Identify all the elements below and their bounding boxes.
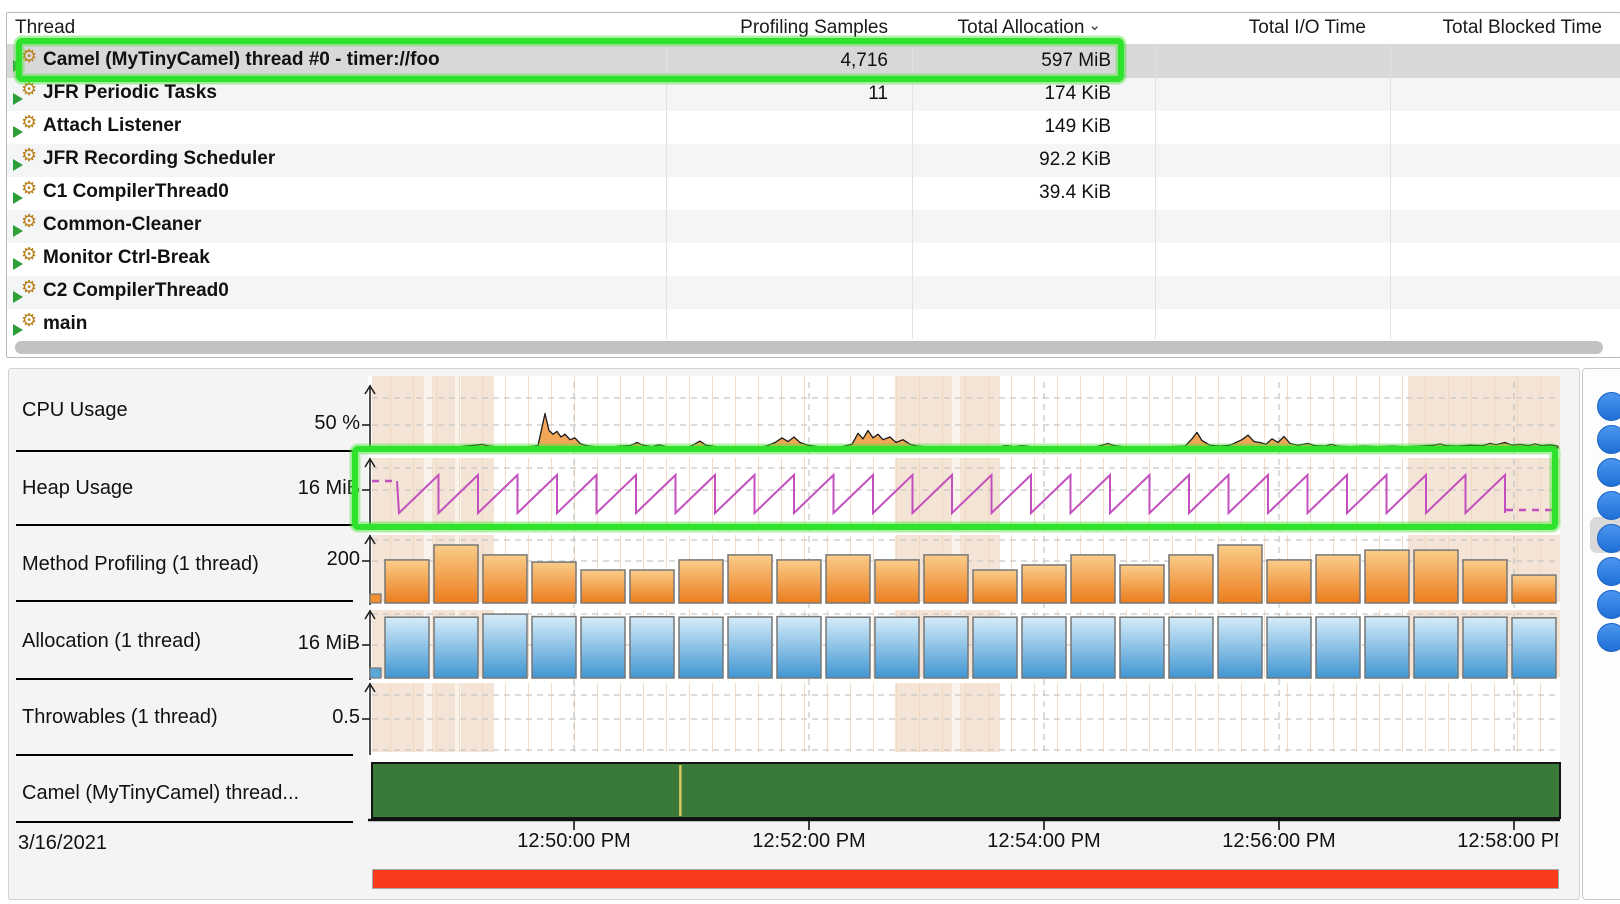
toolbar-button-3[interactable] bbox=[1597, 491, 1620, 520]
lane-gap bbox=[368, 677, 1560, 683]
thread-icon: ⚙ bbox=[15, 314, 39, 336]
cell-profiling-samples: 11 bbox=[652, 83, 888, 105]
thread-icon: ⚙ bbox=[15, 182, 39, 204]
lane-tick-label-4: 0.5 bbox=[220, 706, 360, 729]
plot-gridlines-minor bbox=[368, 376, 1560, 756]
lane-gap bbox=[368, 602, 1560, 610]
timeline-range-selector[interactable] bbox=[372, 869, 1559, 889]
thread-icon: ⚙ bbox=[15, 116, 39, 138]
lane-divider bbox=[16, 678, 353, 680]
column-header-profiling-samples[interactable]: Profiling Samples bbox=[652, 17, 888, 39]
table-row[interactable]: ⚙JFR Periodic Tasks11174 KiB bbox=[7, 78, 1620, 111]
thread-name: C2 CompilerThread0 bbox=[43, 280, 229, 302]
lane-divider bbox=[16, 600, 353, 602]
lane-label-0: CPU Usage bbox=[22, 399, 128, 422]
lane-tick-label-1: 16 MiB bbox=[220, 477, 360, 500]
toolbar-button-6[interactable] bbox=[1597, 590, 1620, 619]
lane-tick-label-0: 50 % bbox=[220, 412, 360, 435]
table-row[interactable]: ⚙Common-Cleaner bbox=[7, 210, 1620, 243]
toolbar-button-5[interactable] bbox=[1597, 557, 1620, 586]
expand-triangle-icon[interactable] bbox=[13, 93, 23, 105]
lane-divider bbox=[16, 524, 353, 526]
lane-divider bbox=[16, 450, 353, 452]
time-tick-label: 12:54:00 PM bbox=[987, 830, 1100, 853]
toolbar-button-0[interactable] bbox=[1597, 392, 1620, 421]
column-divider bbox=[1390, 45, 1391, 339]
expand-triangle-icon[interactable] bbox=[13, 225, 23, 237]
gear-icon: ⚙ bbox=[21, 244, 37, 265]
table-row[interactable]: ⚙JFR Recording Scheduler92.2 KiB bbox=[7, 144, 1620, 177]
thread-name: Monitor Ctrl-Break bbox=[43, 247, 210, 269]
lane-label-1: Heap Usage bbox=[22, 477, 133, 500]
column-header-total-io-time[interactable]: Total I/O Time bbox=[1141, 17, 1366, 39]
toolbar-button-4[interactable] bbox=[1597, 524, 1620, 553]
thread-icon: ⚙ bbox=[15, 215, 39, 237]
column-header-total-allocation[interactable]: Total Allocation⌄ bbox=[898, 17, 1101, 39]
column-header-total-blocked-time[interactable]: Total Blocked Time bbox=[1376, 17, 1602, 39]
column-header-total-allocation-label: Total Allocation bbox=[958, 17, 1085, 38]
expand-triangle-icon[interactable] bbox=[13, 258, 23, 270]
toolbar-button-2[interactable] bbox=[1597, 458, 1620, 487]
profiler-window: Thread Profiling Samples Total Allocatio… bbox=[0, 0, 1620, 904]
sort-descending-icon: ⌄ bbox=[1088, 17, 1101, 34]
expand-triangle-icon[interactable] bbox=[13, 192, 23, 204]
lane-divider bbox=[16, 821, 353, 823]
thread-name: main bbox=[43, 313, 87, 335]
expand-triangle-icon[interactable] bbox=[13, 324, 23, 336]
column-divider bbox=[912, 45, 913, 339]
gear-icon: ⚙ bbox=[21, 79, 37, 100]
thread-icon: ⚙ bbox=[15, 149, 39, 171]
column-divider bbox=[1155, 45, 1156, 339]
table-row[interactable]: ⚙Attach Listener149 KiB bbox=[7, 111, 1620, 144]
thread-name: Common-Cleaner bbox=[43, 214, 201, 236]
thread-name: JFR Periodic Tasks bbox=[43, 82, 217, 104]
lane-divider bbox=[16, 754, 353, 756]
gear-icon: ⚙ bbox=[21, 145, 37, 166]
thread-icon: ⚙ bbox=[15, 248, 39, 270]
column-header-thread[interactable]: Thread bbox=[15, 17, 75, 39]
gear-icon: ⚙ bbox=[21, 277, 37, 298]
thread-icon: ⚙ bbox=[15, 83, 39, 105]
table-horizontal-scrollbar[interactable] bbox=[15, 341, 1603, 354]
cell-total-allocation: 149 KiB bbox=[898, 116, 1111, 138]
time-tick-label: 12:56:00 PM bbox=[1222, 830, 1335, 853]
gear-icon: ⚙ bbox=[21, 310, 37, 331]
table-row[interactable]: ⚙C2 CompilerThread0 bbox=[7, 276, 1620, 309]
lane-label-3: Allocation (1 thread) bbox=[22, 630, 201, 653]
annotation-highlight-heap-lane bbox=[352, 446, 1558, 530]
gear-icon: ⚙ bbox=[21, 112, 37, 133]
time-tick-label: 12:50:00 PM bbox=[517, 830, 630, 853]
cell-total-allocation: 92.2 KiB bbox=[898, 149, 1111, 171]
time-axis-labels: 12:50:00 PM 12:52:00 PM 12:54:00 PM 12:56:0… bbox=[368, 830, 1558, 860]
expand-triangle-icon[interactable] bbox=[13, 291, 23, 303]
thread-name: C1 CompilerThread0 bbox=[43, 181, 229, 203]
gear-icon: ⚙ bbox=[21, 178, 37, 199]
date-label: 3/16/2021 bbox=[18, 832, 107, 855]
gear-icon: ⚙ bbox=[21, 211, 37, 232]
lane-tick-label-2: 200 bbox=[220, 548, 360, 571]
lane-tick-label-3: 16 MiB bbox=[220, 632, 360, 655]
thread-name: Attach Listener bbox=[43, 115, 181, 137]
lane-label-thread-band: Camel (MyTinyCamel) thread... bbox=[22, 782, 299, 805]
cell-total-allocation: 39.4 KiB bbox=[898, 182, 1111, 204]
time-tick-label: 12:52:00 PM bbox=[752, 830, 865, 853]
toolbar-button-1[interactable] bbox=[1597, 425, 1620, 454]
cell-total-allocation: 174 KiB bbox=[898, 83, 1111, 105]
expand-triangle-icon[interactable] bbox=[13, 126, 23, 138]
lane-gap bbox=[368, 752, 1560, 763]
thread-icon: ⚙ bbox=[15, 281, 39, 303]
expand-triangle-icon[interactable] bbox=[13, 159, 23, 171]
lane-label-4: Throwables (1 thread) bbox=[22, 706, 218, 729]
toolbar-button-7[interactable] bbox=[1597, 623, 1620, 652]
table-row[interactable]: ⚙Monitor Ctrl-Break bbox=[7, 243, 1620, 276]
time-tick-label: 12:58:00 PM bbox=[1457, 830, 1558, 853]
table-row[interactable]: ⚙main bbox=[7, 309, 1620, 342]
column-divider bbox=[666, 45, 667, 339]
table-row[interactable]: ⚙C1 CompilerThread039.4 KiB bbox=[7, 177, 1620, 210]
thread-name: JFR Recording Scheduler bbox=[43, 148, 275, 170]
annotation-highlight-selected-row bbox=[16, 38, 1124, 82]
